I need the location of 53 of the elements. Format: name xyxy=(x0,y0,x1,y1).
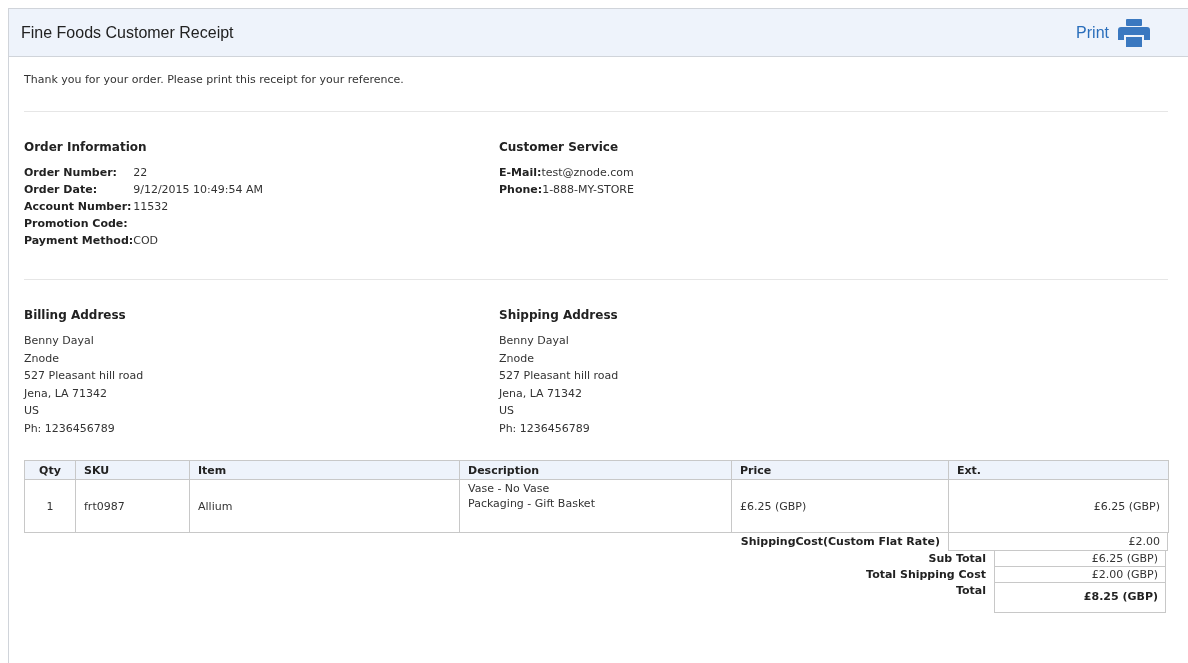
field-value: 22 xyxy=(133,165,149,181)
page-title: Fine Foods Customer Receipt xyxy=(21,23,235,42)
field-label: Phone: xyxy=(499,183,543,196)
address-line: Benny Dayal xyxy=(24,333,95,349)
field-value: 1-888-MY-STORE xyxy=(542,183,634,196)
column-header: Price xyxy=(731,460,949,480)
column-header: Description xyxy=(459,460,732,480)
table-cell: Allium xyxy=(189,479,460,533)
shipping-cost-value: £2.00 xyxy=(948,533,1168,551)
field-label: Order Date: xyxy=(24,182,99,198)
total-value: £8.25 (GBP) xyxy=(994,583,1166,613)
shipping-cost-label: ShippingCost(Custom Flat Rate) xyxy=(740,534,941,550)
table-cell: frt0987 xyxy=(75,479,190,533)
total-value: £2.00 (GBP) xyxy=(994,567,1166,583)
total-label: Total xyxy=(955,583,987,599)
address-line: Jena, LA 71342 xyxy=(24,385,109,402)
field-label: E-Mail: xyxy=(499,166,542,179)
table-cell: 1 xyxy=(24,479,76,533)
field-label: Account Number: xyxy=(24,199,133,215)
address-line: Benny Dayal xyxy=(499,333,570,349)
field-value: 11532 xyxy=(133,199,170,215)
total-label: Sub Total xyxy=(928,551,987,567)
table-cell: £6.25 (GBP) xyxy=(948,479,1169,533)
intro-text: Thank you for your order. Please print this receipt for your reference. xyxy=(24,73,405,87)
address-line: US xyxy=(24,403,41,419)
field-value: test@znode.com xyxy=(541,166,634,179)
address-line: Ph: 1236456789 xyxy=(24,420,116,437)
address-line: Jena, LA 71342 xyxy=(499,385,584,402)
total-value: £6.25 (GBP) xyxy=(994,551,1166,567)
address-line: US xyxy=(499,403,516,419)
table-cell: Vase - No Vase Packaging - Gift Basket xyxy=(459,479,732,533)
address-line: 527 Pleasant hill road xyxy=(24,368,145,384)
address-line: Znode xyxy=(24,350,60,367)
table-cell: £6.25 (GBP) xyxy=(731,479,949,533)
section-heading: Billing Address xyxy=(24,308,127,322)
section-heading: Order Information xyxy=(24,140,148,154)
field-value: 9/12/2015 10:49:54 AM xyxy=(133,182,265,198)
field-label: Payment Method: xyxy=(24,233,134,249)
total-label: Total Shipping Cost xyxy=(866,567,987,583)
address-line: Znode xyxy=(499,350,535,367)
column-header: Ext. xyxy=(948,460,1169,480)
print-link[interactable]: Print xyxy=(1076,23,1109,42)
field-label: Order Number: xyxy=(24,165,119,181)
address-line: Ph: 1236456789 xyxy=(499,420,591,437)
field-value: COD xyxy=(133,233,159,249)
section-heading: Shipping Address xyxy=(499,308,619,322)
printer-icon[interactable] xyxy=(1118,18,1150,47)
column-header: Item xyxy=(189,460,460,480)
field-label: Promotion Code: xyxy=(24,216,129,232)
column-header: Qty xyxy=(24,460,76,480)
address-line: 527 Pleasant hill road xyxy=(499,368,620,384)
column-header: SKU xyxy=(75,460,190,480)
section-heading: Customer Service xyxy=(499,140,620,154)
